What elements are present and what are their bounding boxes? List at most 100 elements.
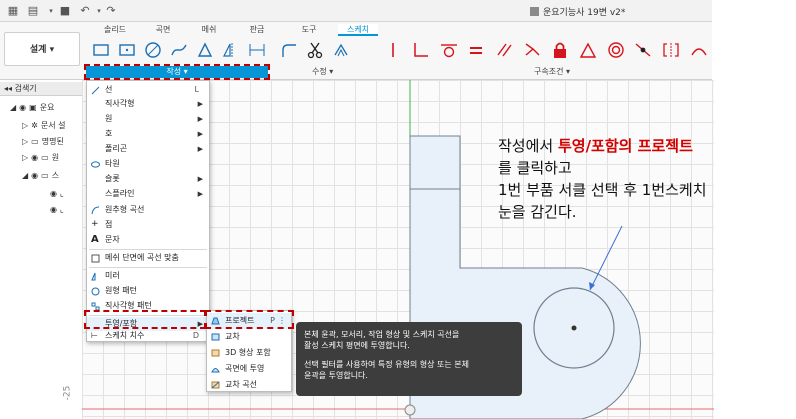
menu-shortcut: L (194, 85, 199, 94)
instruction-annotation: 작성에서 투영/포함의 프로젝트 를 클릭하고 1번 부품 서클 선택 후 1번… (498, 135, 794, 223)
tree-row-root[interactable]: ◢ ◉ ▣ 운요 (0, 100, 86, 116)
eye-icon[interactable]: ◉ (19, 103, 26, 112)
file-icon[interactable]: ▤ (26, 4, 40, 18)
fillet-tool-icon[interactable] (278, 39, 300, 61)
rectangle-center-tool-icon[interactable] (116, 39, 138, 61)
circle-tool-icon[interactable] (142, 39, 164, 61)
menu-item-rectangle[interactable]: 직사각형 ▶ (87, 97, 209, 111)
include-3d-icon (211, 349, 220, 357)
eye-icon[interactable]: ◉ (31, 171, 38, 180)
text-icon: A (91, 234, 99, 245)
menu-item-line[interactable]: 선L (87, 83, 209, 97)
tree-row-doc-settings[interactable]: ▷ ✲ 문서 설 (0, 118, 86, 134)
menu-label: 타원 (105, 159, 120, 168)
expand-icon[interactable]: ▷ (22, 137, 28, 146)
mirror-tool-icon[interactable] (220, 39, 242, 61)
sketch-icon: ⌞ (59, 189, 64, 198)
design-workspace-button[interactable]: 설계 ▾ (4, 32, 80, 66)
equal-constraint-icon[interactable] (465, 39, 487, 61)
menu-item-sketch-dimension[interactable]: ⊢ 스케치 치수 D (87, 329, 209, 343)
eye-icon[interactable]: ◉ (50, 205, 57, 214)
menu-item-circle[interactable]: 원 ▶ (87, 112, 209, 126)
constraints-group-label[interactable]: 구속조건 ▾ (534, 66, 570, 77)
menu-item-polygon[interactable]: 폴리곤 ▶ (87, 142, 209, 156)
create-tools (90, 38, 270, 62)
dimension-tool-icon[interactable] (246, 39, 268, 61)
symmetry-constraint-icon[interactable] (660, 39, 682, 61)
sketch-icon: ⌞ (59, 205, 64, 214)
rectangle-tool-icon[interactable] (90, 39, 112, 61)
dimension-icon: ⊢ (91, 331, 98, 340)
menu-item-circular-pattern[interactable]: 원형 패턴 (87, 284, 209, 298)
document-title: 운요기능사 19변 v2* (530, 5, 625, 18)
folder-icon: ▭ (31, 137, 39, 146)
midpoint-constraint-icon[interactable] (577, 39, 599, 61)
horizontal-vertical-constraint-icon[interactable] (382, 39, 404, 61)
submenu-item-project-to-surface[interactable]: 곡면에 투영 (207, 361, 291, 377)
eye-icon[interactable]: ◉ (50, 189, 57, 198)
annotation-highlight: 투영/포함의 프로젝트 (557, 137, 693, 155)
tree-label: 원 (51, 153, 60, 162)
annotation-text: 작성에서 (498, 137, 558, 155)
collinear-constraint-icon[interactable] (521, 39, 543, 61)
menu-label: 메쉬 단면에 곡선 맞춤 (105, 253, 179, 262)
tab-surface[interactable]: 곡면 (146, 24, 180, 36)
submenu-item-intersection-curve[interactable]: 교차 곡선 (207, 377, 291, 393)
tree-row-sketch2[interactable]: ◉ ⌞ (0, 202, 86, 218)
polygon-tool-icon[interactable] (194, 39, 216, 61)
concentric-constraint-icon[interactable] (605, 39, 627, 61)
tree-row-named-views[interactable]: ▷ ▭ 명명된 (0, 134, 86, 150)
menu-item-arc[interactable]: 호 ▶ (87, 127, 209, 141)
menu-item-text[interactable]: A 문자 (87, 233, 209, 247)
expand-icon[interactable]: ▷ (22, 121, 28, 130)
file-dropdown-icon[interactable]: ▾ (44, 4, 58, 18)
menu-item-ellipse[interactable]: 타원 (87, 157, 209, 171)
tangent-constraint-icon[interactable] (438, 39, 460, 61)
perpendicular-constraint-icon[interactable] (410, 39, 432, 61)
menu-item-spline[interactable]: 스플라인 ▶ (87, 187, 209, 201)
expand-icon[interactable]: ◢ (22, 171, 28, 180)
title-bar: ▦ ▤ ▾ ■ ↶ ▾ ↷ 운요기능사 19변 v2* (0, 0, 712, 22)
tree-label: 문서 설 (40, 121, 66, 130)
redo-icon[interactable]: ↷ (104, 4, 118, 18)
menu-item-conic-curve[interactable]: 원추형 곡선 (87, 203, 209, 217)
tab-sheetmetal[interactable]: 판금 (240, 24, 274, 36)
fix-lock-icon[interactable] (549, 39, 571, 61)
menu-item-fit-curves-to-mesh[interactable]: 메쉬 단면에 곡선 맞춤 (87, 251, 209, 265)
collapse-icon[interactable]: ◂◂ (4, 84, 15, 93)
menu-label: 직사각형 (105, 99, 135, 108)
submenu-item-include-3d-geometry[interactable]: 3D 형상 포함 (207, 345, 291, 361)
offset-tool-icon[interactable] (330, 39, 352, 61)
expand-icon[interactable]: ▷ (22, 153, 28, 162)
menu-item-mirror[interactable]: 미러 (87, 269, 209, 283)
save-icon[interactable]: ■ (58, 4, 72, 18)
eye-icon[interactable]: ◉ (31, 153, 38, 162)
mirror-icon (91, 272, 96, 281)
undo-icon[interactable]: ↶ (78, 4, 92, 18)
tab-solid[interactable]: 솔리드 (98, 24, 132, 36)
tab-tools[interactable]: 도구 (292, 24, 326, 36)
menu-item-point[interactable]: + 점 (87, 218, 209, 232)
tree-row-sketches[interactable]: ◢ ◉ ▭ 스 (0, 168, 86, 184)
tree-row-sketch1[interactable]: ◉ ⌞ (0, 186, 86, 202)
parallel-constraint-icon[interactable] (493, 39, 515, 61)
submenu-item-intersect[interactable]: 교차 (207, 329, 291, 345)
tooltip-text: 활성 스케치 평면에 투영합니다. (304, 341, 410, 350)
create-menu: 선L 직사각형 ▶ 원 ▶ 호 ▶ 폴리곤 ▶ 타원 슬롯 ▶ 스플라인 ▶ 원추형 곡선 … (86, 80, 210, 342)
modify-group-label[interactable]: 수정 ▾ (312, 66, 333, 77)
browser-header: ◂◂ 검색기 (0, 82, 82, 96)
spline-tool-icon[interactable] (168, 39, 190, 61)
tree-row-origin[interactable]: ▷ ◉ ▭ 원 (0, 150, 86, 166)
tab-mesh[interactable]: 메쉬 (192, 24, 226, 36)
expand-icon[interactable]: ◢ (10, 103, 16, 112)
point-icon: + (91, 219, 99, 229)
menu-item-slot[interactable]: 슬롯 ▶ (87, 172, 209, 186)
trim-scissors-icon[interactable] (304, 39, 326, 61)
tab-sketch[interactable]: 스케치 (338, 24, 378, 36)
curvature-constraint-icon[interactable] (688, 39, 710, 61)
menu-label: 호 (105, 129, 113, 138)
coincident-constraint-icon[interactable] (632, 39, 654, 61)
constraint-tools (382, 38, 710, 62)
grid-menu-icon[interactable]: ▦ (6, 4, 20, 18)
intersect-icon (211, 333, 220, 341)
